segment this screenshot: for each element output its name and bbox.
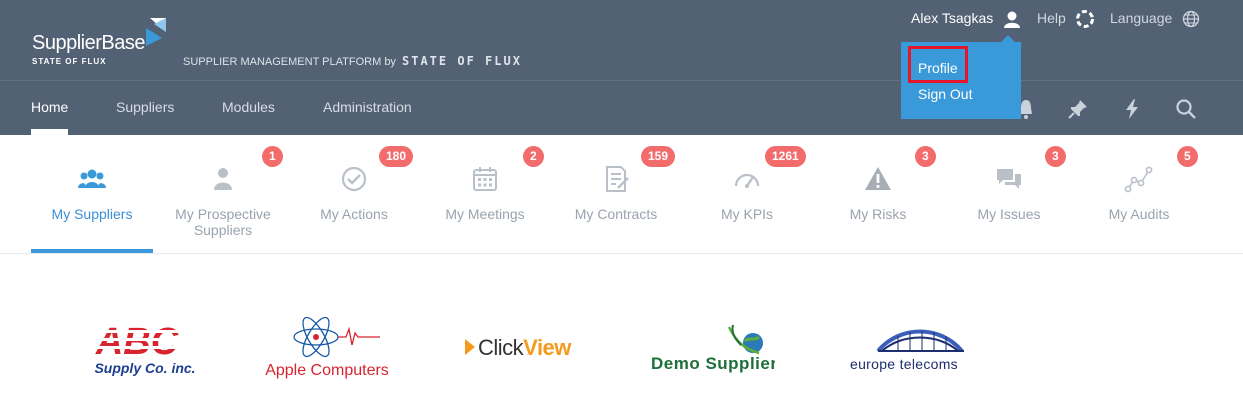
supplier-logo-demo-supplier[interactable]: Demo Supplier (649, 319, 777, 375)
svg-text:Demo Supplier: Demo Supplier (651, 354, 775, 373)
supplier-logo-europe-telecoms[interactable]: europe telecoms (838, 321, 970, 373)
tile-label: My Audits (1108, 206, 1170, 222)
platform-tagline: SUPPLIER MANAGEMENT PLATFORM by STATE OF… (183, 54, 522, 68)
person-icon (214, 168, 232, 190)
count-badge: 1261 (765, 146, 806, 167)
tile-label: My KPIs (720, 206, 774, 222)
user-name: Alex Tsagkas (911, 10, 994, 26)
count-badge: 3 (915, 146, 936, 167)
svg-text:Supply Co. inc.: Supply Co. inc. (94, 360, 195, 376)
nav-home[interactable]: Home (31, 99, 68, 115)
svg-text:europe telecoms: europe telecoms (850, 356, 958, 372)
abc-logo-icon: ABC Supply Co. inc. (75, 321, 199, 376)
tile-my-prospective-suppliers[interactable]: My Prospective Suppliers 1 (158, 135, 288, 254)
warning-icon (865, 167, 891, 190)
count-badge: 2 (523, 146, 544, 167)
nav-divider (0, 80, 1243, 81)
tile-my-meetings[interactable]: My Meetings 2 (420, 135, 550, 254)
count-badge: 1 (262, 146, 283, 167)
tile-label: My Suppliers (51, 206, 133, 222)
user-dropdown-menu: Profile Sign Out (901, 35, 1021, 119)
tagline-brand: STATE OF FLUX (402, 54, 522, 68)
tile-label: My Meetings (445, 206, 525, 222)
count-badge: 180 (379, 146, 414, 167)
globe-icon (1183, 11, 1200, 28)
count-badge: 159 (641, 146, 676, 167)
brand-mark-icon (146, 18, 166, 46)
supplier-logo-abc[interactable]: ABC Supply Co. inc. (71, 318, 203, 378)
svg-text:ClickView: ClickView (478, 335, 572, 360)
svg-text:ABC: ABC (95, 321, 179, 363)
top-header: SupplierBase STATE OF FLUX SUPPLIER MANA… (0, 0, 1243, 135)
nav-modules[interactable]: Modules (222, 99, 275, 115)
supplier-logos: ABC Supply Co. inc. Apple Computers Clic… (0, 255, 1243, 406)
audit-icon (1124, 166, 1153, 193)
nav-suppliers[interactable]: Suppliers (116, 99, 174, 115)
tile-label: My Risks (849, 206, 907, 222)
active-tile-indicator (31, 249, 153, 253)
demo-supplier-logo-icon: Demo Supplier (651, 324, 777, 373)
users-icon (78, 169, 106, 188)
tile-my-issues[interactable]: My Issues 3 (944, 135, 1074, 254)
tile-my-actions[interactable]: My Actions 180 (289, 135, 419, 254)
lifebuoy-icon (1075, 10, 1094, 29)
tile-my-contracts[interactable]: My Contracts 159 (551, 135, 681, 254)
tile-label: My Contracts (574, 206, 658, 222)
user-menu-toggle[interactable]: Alex Tsagkas (911, 10, 1021, 29)
help-label: Help (1037, 10, 1066, 26)
search-icon[interactable] (1174, 97, 1198, 121)
pin-icon[interactable] (1066, 97, 1090, 121)
gauge-icon (734, 173, 760, 188)
tagline-by: by (384, 56, 396, 68)
svg-text:Apple Computers: Apple Computers (265, 362, 389, 379)
contract-icon (606, 166, 629, 192)
lightning-icon[interactable] (1120, 97, 1144, 121)
user-icon (1004, 11, 1021, 29)
chat-icon (997, 169, 1021, 189)
brand-name: SupplierBase (32, 32, 145, 54)
tile-my-suppliers[interactable]: My Suppliers (27, 135, 157, 254)
count-badge: 3 (1045, 146, 1066, 167)
dashboard-tiles: My Suppliers My Prospective Suppliers 1 … (0, 135, 1243, 254)
help-link[interactable]: Help (1037, 10, 1094, 29)
brand-subtitle: STATE OF FLUX (32, 57, 107, 66)
count-badge: 5 (1177, 146, 1198, 167)
tile-label: My Issues (977, 206, 1041, 222)
tagline-text: SUPPLIER MANAGEMENT PLATFORM (183, 56, 382, 68)
menu-item-sign-out[interactable]: Sign Out (918, 86, 972, 102)
supplier-logo-apple-computers[interactable]: Apple Computers (262, 315, 392, 381)
language-selector[interactable]: Language (1110, 10, 1200, 28)
calendar-icon (473, 167, 497, 191)
tile-label: My Actions (320, 206, 388, 222)
atom-logo-icon: Apple Computers (265, 316, 389, 379)
tile-my-risks[interactable]: My Risks 3 (813, 135, 943, 254)
bridge-logo-icon: europe telecoms (850, 329, 964, 372)
clickview-logo-icon: ClickView (465, 335, 573, 360)
tile-my-kpis[interactable]: My KPIs 1261 (682, 135, 812, 254)
dropdown-arrow (1001, 35, 1015, 42)
nav-administration[interactable]: Administration (323, 99, 412, 115)
check-circle-icon (341, 166, 367, 192)
tile-label: My Prospective Suppliers (175, 206, 271, 238)
tile-my-audits[interactable]: My Audits 5 (1074, 135, 1204, 254)
supplier-logo-clickview[interactable]: ClickView (463, 333, 583, 363)
menu-item-profile[interactable]: Profile (918, 60, 958, 76)
language-label: Language (1110, 10, 1173, 26)
